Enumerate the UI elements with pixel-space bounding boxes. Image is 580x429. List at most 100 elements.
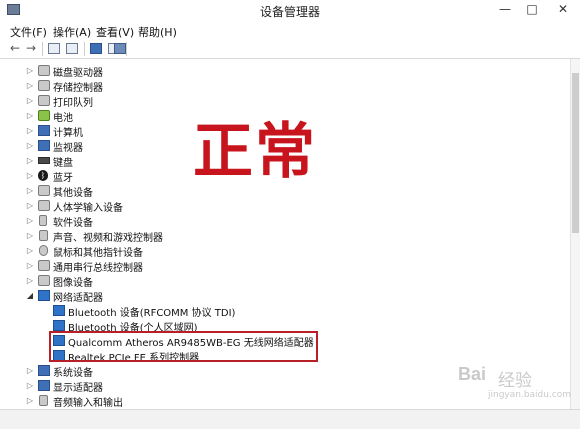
tree-item-label: 音频输入和输出 xyxy=(53,398,123,409)
battery-icon xyxy=(38,110,50,121)
toolbar-separator xyxy=(84,42,85,56)
expand-arrow-icon[interactable]: ▷ xyxy=(25,108,35,123)
monitor-icon xyxy=(38,140,50,151)
device-manager-window: 设备管理器 — □ ✕ 文件(F) 操作(A) 查看(V) 帮助(H) ← → … xyxy=(0,0,580,429)
menu-view[interactable]: 查看(V) xyxy=(96,24,134,40)
display-adapter-icon xyxy=(38,380,50,391)
disk-icon xyxy=(38,65,50,76)
tree-item-label: 鼠标和其他指针设备 xyxy=(53,248,143,259)
tree-item-storage-controllers[interactable]: ▷ 存储控制器 xyxy=(0,78,560,94)
tree-item-label: 磁盘驱动器 xyxy=(53,68,103,79)
tree-item-label: 监视器 xyxy=(53,143,83,154)
tree-item-disk-drives[interactable]: ▷ 磁盘驱动器 xyxy=(0,63,560,79)
network-adapter-icon xyxy=(53,320,65,331)
storage-controller-icon xyxy=(38,80,50,91)
tree-item-sound[interactable]: ▷ 声音、视频和游戏控制器 xyxy=(0,228,560,244)
watermark-logo: Bai xyxy=(458,364,487,384)
expand-arrow-icon[interactable]: ▷ xyxy=(25,183,35,198)
sound-icon xyxy=(39,230,48,241)
tree-item-hid[interactable]: ▷ 人体学输入设备 xyxy=(0,198,560,214)
tree-item-label: 显示适配器 xyxy=(53,383,103,394)
watermark-url: jingyan.baidu.com xyxy=(488,390,572,400)
minimize-button[interactable]: — xyxy=(492,0,518,18)
tree-item-label: 人体学输入设备 xyxy=(53,203,123,214)
mouse-icon xyxy=(39,245,48,256)
menu-bar: 文件(F) 操作(A) 查看(V) 帮助(H) xyxy=(0,22,580,40)
camera-icon xyxy=(38,275,50,286)
tree-item-label: 系统设备 xyxy=(53,368,93,379)
watermark-text: 经验 xyxy=(498,371,532,391)
toolbar-separator xyxy=(126,42,127,56)
close-button[interactable]: ✕ xyxy=(546,0,580,18)
expand-arrow-icon[interactable]: ▷ xyxy=(25,78,35,93)
expand-arrow-icon[interactable]: ▷ xyxy=(25,228,35,243)
menu-action[interactable]: 操作(A) xyxy=(53,24,91,40)
expand-arrow-icon[interactable]: ▷ xyxy=(25,168,35,183)
bluetooth-icon: ᛒ xyxy=(38,170,48,181)
tree-item-label: 图像设备 xyxy=(53,278,93,289)
tree-item-label: 计算机 xyxy=(53,128,83,139)
scrollbar-thumb[interactable] xyxy=(572,73,579,233)
help-icon[interactable] xyxy=(90,43,102,54)
title-bar: 设备管理器 — □ ✕ xyxy=(0,0,580,23)
status-annotation: 正常 xyxy=(193,117,317,187)
printer-icon xyxy=(38,95,50,106)
vertical-scrollbar[interactable] xyxy=(570,59,580,409)
tree-item-label: 网络适配器 xyxy=(53,293,103,304)
tree-item-software-devices[interactable]: ▷ 软件设备 xyxy=(0,213,560,229)
tree-item-label: 键盘 xyxy=(53,158,73,169)
highlight-box xyxy=(49,331,318,362)
tree-item-label: 电池 xyxy=(53,113,73,124)
expand-arrow-icon[interactable]: ▷ xyxy=(25,63,35,78)
forward-arrow-icon[interactable]: → xyxy=(24,41,38,55)
menu-file[interactable]: 文件(F) xyxy=(10,24,47,40)
tree-item-label: 存储控制器 xyxy=(53,83,103,94)
tree-item-print-queues[interactable]: ▷ 打印队列 xyxy=(0,93,560,109)
tree-item-mice[interactable]: ▷ 鼠标和其他指针设备 xyxy=(0,243,560,259)
watermark: Bai 经验 jingyan.baidu.com xyxy=(458,364,572,410)
expand-arrow-icon[interactable]: ▷ xyxy=(25,123,35,138)
tree-item-imaging[interactable]: ▷ 图像设备 xyxy=(0,273,560,289)
network-adapter-icon xyxy=(38,290,50,301)
expand-arrow-icon[interactable]: ▷ xyxy=(25,378,35,393)
expand-arrow-icon[interactable]: ▷ xyxy=(25,153,35,168)
expand-arrow-icon[interactable]: ▷ xyxy=(25,363,35,378)
expand-arrow-icon[interactable]: ▷ xyxy=(25,198,35,213)
expand-arrow-icon[interactable]: ▷ xyxy=(25,213,35,228)
tree-item-label: 打印队列 xyxy=(53,98,93,109)
expand-arrow-icon[interactable]: ▷ xyxy=(25,93,35,108)
usb-icon xyxy=(38,260,50,271)
tree-item-network-adapters[interactable]: ◢ 网络适配器 xyxy=(0,288,560,304)
scan-hardware-icon[interactable] xyxy=(114,43,126,54)
menu-help[interactable]: 帮助(H) xyxy=(138,24,177,40)
expand-arrow-icon[interactable]: ▷ xyxy=(25,393,35,408)
tree-item-usb[interactable]: ▷ 通用串行总线控制器 xyxy=(0,258,560,274)
other-devices-icon xyxy=(38,185,50,196)
tree-item-bt-rfcomm[interactable]: Bluetooth 设备(RFCOMM 协议 TDI) xyxy=(0,303,560,319)
keyboard-icon xyxy=(38,157,50,164)
tree-item-label: 蓝牙 xyxy=(53,173,73,184)
properties-icon[interactable] xyxy=(66,43,78,54)
tree-item-label: 通用串行总线控制器 xyxy=(53,263,143,274)
back-arrow-icon[interactable]: ← xyxy=(8,41,22,55)
maximize-button[interactable]: □ xyxy=(519,0,545,18)
expand-arrow-icon[interactable]: ▷ xyxy=(25,243,35,258)
network-adapter-icon xyxy=(53,305,65,316)
tree-item-label: Bluetooth 设备(RFCOMM 协议 TDI) xyxy=(68,308,236,319)
tree-item-label: 声音、视频和游戏控制器 xyxy=(53,233,163,244)
tree-item-label: 软件设备 xyxy=(53,218,93,229)
hid-icon xyxy=(38,200,50,211)
status-bar xyxy=(0,409,580,429)
audio-io-icon xyxy=(39,395,48,406)
software-device-icon xyxy=(39,215,47,226)
system-device-icon xyxy=(38,365,50,376)
expand-arrow-icon[interactable]: ▷ xyxy=(25,273,35,288)
expand-arrow-icon[interactable]: ▷ xyxy=(25,258,35,273)
console-tree-icon[interactable] xyxy=(48,43,60,54)
collapse-arrow-icon[interactable]: ◢ xyxy=(25,288,35,303)
toolbar-separator xyxy=(42,42,43,56)
computer-icon xyxy=(38,125,50,136)
expand-arrow-icon[interactable]: ▷ xyxy=(25,138,35,153)
tree-item-label: 其他设备 xyxy=(53,188,93,199)
toolbar: ← → xyxy=(0,40,580,59)
